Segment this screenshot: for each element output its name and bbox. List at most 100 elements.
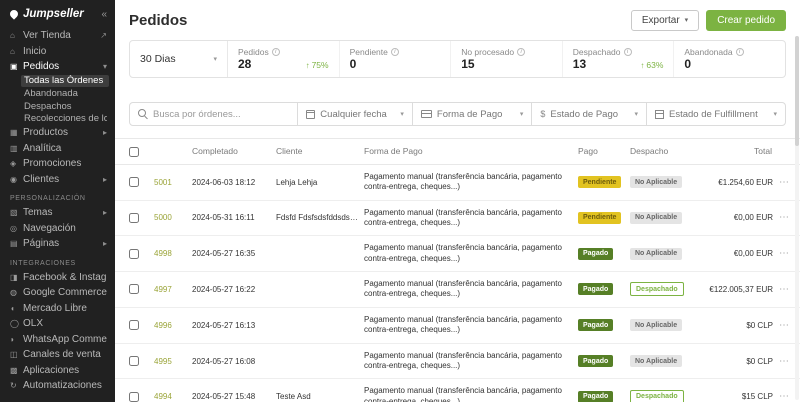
create-order-button[interactable]: Crear pedido [706,9,786,31]
sidebar-item-productos[interactable]: ▦ Productos ▸ [0,125,115,141]
row-actions-menu[interactable]: ⋯ [779,356,790,367]
chevron-down-icon: ▾ [519,111,524,118]
row-checkbox[interactable] [129,320,139,331]
row-checkbox[interactable] [129,248,139,259]
order-id-link[interactable]: 4995 [154,357,172,366]
cell-payment-method: Pagamento manual (transferência bancária… [361,164,575,201]
period-select[interactable]: 30 Dias ▾ [130,41,228,77]
sidebar-item-navegacion[interactable]: ◎ Navegación [0,221,115,237]
sidebar-item-despachos[interactable]: Despachos [0,100,115,113]
order-id-link[interactable]: 5000 [154,213,172,222]
sidebar-item-recolecciones-de-los-despach[interactable]: Recolecciones de los despach [0,113,115,126]
search-input[interactable] [153,108,290,120]
sidebar-item-paginas[interactable]: ▤ Páginas ▸ [0,236,115,252]
table-row[interactable]: 4998 2024-05-27 16:35 Pagamento manual (tr… [115,235,800,273]
order-id-link[interactable]: 4998 [154,249,172,258]
row-checkbox[interactable] [129,177,139,188]
sidebar-item-google-commerce[interactable]: ◍ Google Commerce [0,285,115,301]
jumpseller-logo-text: Jumpseller [23,8,84,20]
sidebar-item-aplicaciones[interactable]: ▩ Aplicaciones [0,363,115,379]
row-actions-menu[interactable]: ⋯ [779,177,790,188]
sidebar-item-label: Ver Tienda [23,30,71,42]
info-icon: i [271,48,280,56]
sidebar-item-whatsapp-commerce[interactable]: ◗ WhatsApp Commerce [0,332,115,348]
stat-value: 28 [238,57,252,71]
col-payment-status: Pago [575,138,627,165]
stats-list: Pedidos i 28 ↑ 75% Pendiente i 0 No procesado i 15… [228,41,785,77]
sidebar-item-ver-tienda[interactable]: ⌂ Ver Tienda ↗ [0,28,115,44]
sidebar-item-label: Despachos [24,100,72,112]
orders-table-body: 5001 2024-06-03 18:12 Lehja Lehja Pagamento… [115,164,800,402]
cell-total: €122.005,37 EUR [702,271,776,308]
order-id-link[interactable]: 4996 [154,321,172,330]
table-row[interactable]: 4997 2024-05-27 16:22 Pagamento manual (tr… [115,271,800,308]
sidebar-item-promociones[interactable]: ◈ Promociones [0,156,115,172]
sidebar-item-pedidos[interactable]: ▣ Pedidos ▾ [0,59,115,75]
row-actions-menu[interactable]: ⋯ [779,284,790,295]
chevron-down-icon: ▾ [773,111,778,118]
sidebar-item-canales-de-venta[interactable]: ◫ Canales de venta [0,347,115,363]
fulfillment-status-filter[interactable]: Estado de Fulfillment ▾ [646,103,785,125]
sidebar-item-temas[interactable]: ▧ Temas ▸ [0,205,115,221]
table-row[interactable]: 4994 2024-05-27 15:48 Teste Asd Pagamento m… [115,378,800,402]
row-checkbox[interactable] [129,356,139,367]
collapse-sidebar-icon[interactable]: « [101,9,107,20]
main: Pedidos Exportar ▾ Crear pedido 30 Dias … [115,0,800,402]
order-id-link[interactable]: 4997 [154,285,172,294]
order-id-link[interactable]: 4994 [154,392,172,401]
cell-payment-status: Pagado [575,307,627,344]
cell-payment-method: Pagamento manual (transferência bancária… [361,235,575,273]
storefront-icon: ⌂ [10,31,15,41]
sidebar-item-inicio[interactable]: ⌂ Inicio [0,44,115,60]
sidebar-item-analitica[interactable]: ▥ Analítica [0,141,115,157]
sidebar: Jumpseller « ⌂ Ver Tienda ↗ ⌂ Inicio ▣ Pedidos… [0,0,115,402]
fulfillment-status-badge: No Aplicable [630,247,683,260]
export-button[interactable]: Exportar ▾ [630,9,700,31]
cell-payment-status: Pagado [575,235,627,273]
fulfillment-status-badge: No Aplicable [630,176,683,189]
sidebar-item-label: OLX [23,318,44,330]
sidebar-item-todas-las-ordenes[interactable]: Todas las Órdenes [21,74,109,87]
scrollbar[interactable] [795,36,799,400]
row-actions-menu[interactable]: ⋯ [779,320,790,331]
sidebar-item-label: Navegación [23,222,76,234]
sidebar-item-abandonada[interactable]: Abandonada [0,88,115,101]
cell-total: $0 CLP [702,343,776,380]
mercado-libre-icon: ◖ [10,303,15,313]
sidebar-item-automatizaciones[interactable]: ↻ Automatizaciones [0,378,115,394]
cell-fulfillment-status: Despachado [627,378,702,402]
payment-method-filter[interactable]: Forma de Pago ▾ [411,103,531,125]
sidebar-item-facebook-instagram[interactable]: ◨ Facebook & Instagram [0,270,115,286]
export-button-label: Exportar [641,14,680,26]
row-checkbox[interactable] [129,212,139,223]
sidebar-item-olx[interactable]: ◯ OLX [0,316,115,332]
table-row[interactable]: 5000 2024-05-31 16:11 Fdsfd Fdsfsdsfddsdsd… [115,200,800,237]
stat-despachado: Despachado i 13 ↑ 63% [561,41,674,77]
app: Jumpseller « ⌂ Ver Tienda ↗ ⌂ Inicio ▣ Pedidos… [0,0,800,402]
sidebar-item-mercado-libre[interactable]: ◖ Mercado Libre [0,301,115,317]
stat-value-row: 0 [684,57,775,71]
cell-payment-method: Pagamento manual (transferência bancária… [361,200,575,237]
stat-value-row: 15 [461,57,552,71]
sidebar-item-label: Clientes [23,173,60,185]
payment-status-filter[interactable]: $ Estado de Pago ▾ [531,103,646,125]
orders-search[interactable] [130,103,297,125]
row-checkbox[interactable] [129,284,139,295]
info-icon: i [735,48,744,56]
stat-value: 0 [349,57,357,71]
row-actions-menu[interactable]: ⋯ [779,212,790,223]
sidebar-item-clientes[interactable]: ◉ Clientes ▸ [0,172,115,188]
order-id-link[interactable]: 5001 [154,178,172,187]
table-row[interactable]: 4996 2024-05-27 16:13 Pagamento manual (tr… [115,307,800,344]
row-actions-menu[interactable]: ⋯ [779,248,790,259]
table-row[interactable]: 4995 2024-05-27 16:08 Pagamento manual (tr… [115,343,800,380]
row-checkbox[interactable] [129,391,139,402]
sidebar-item-label: Automatizaciones [23,380,102,392]
table-row[interactable]: 5001 2024-06-03 18:12 Lehja Lehja Pagamento… [115,164,800,201]
date-filter[interactable]: Cualquier fecha ▾ [297,103,412,125]
scrollbar-thumb[interactable] [795,36,799,146]
select-all-checkbox[interactable] [129,146,139,157]
fulfillment-status-badge: No Aplicable [630,355,683,368]
row-actions-menu[interactable]: ⋯ [779,391,790,402]
filters-bar: Cualquier fecha ▾ Forma de Pago ▾ $ Esta… [129,102,786,126]
